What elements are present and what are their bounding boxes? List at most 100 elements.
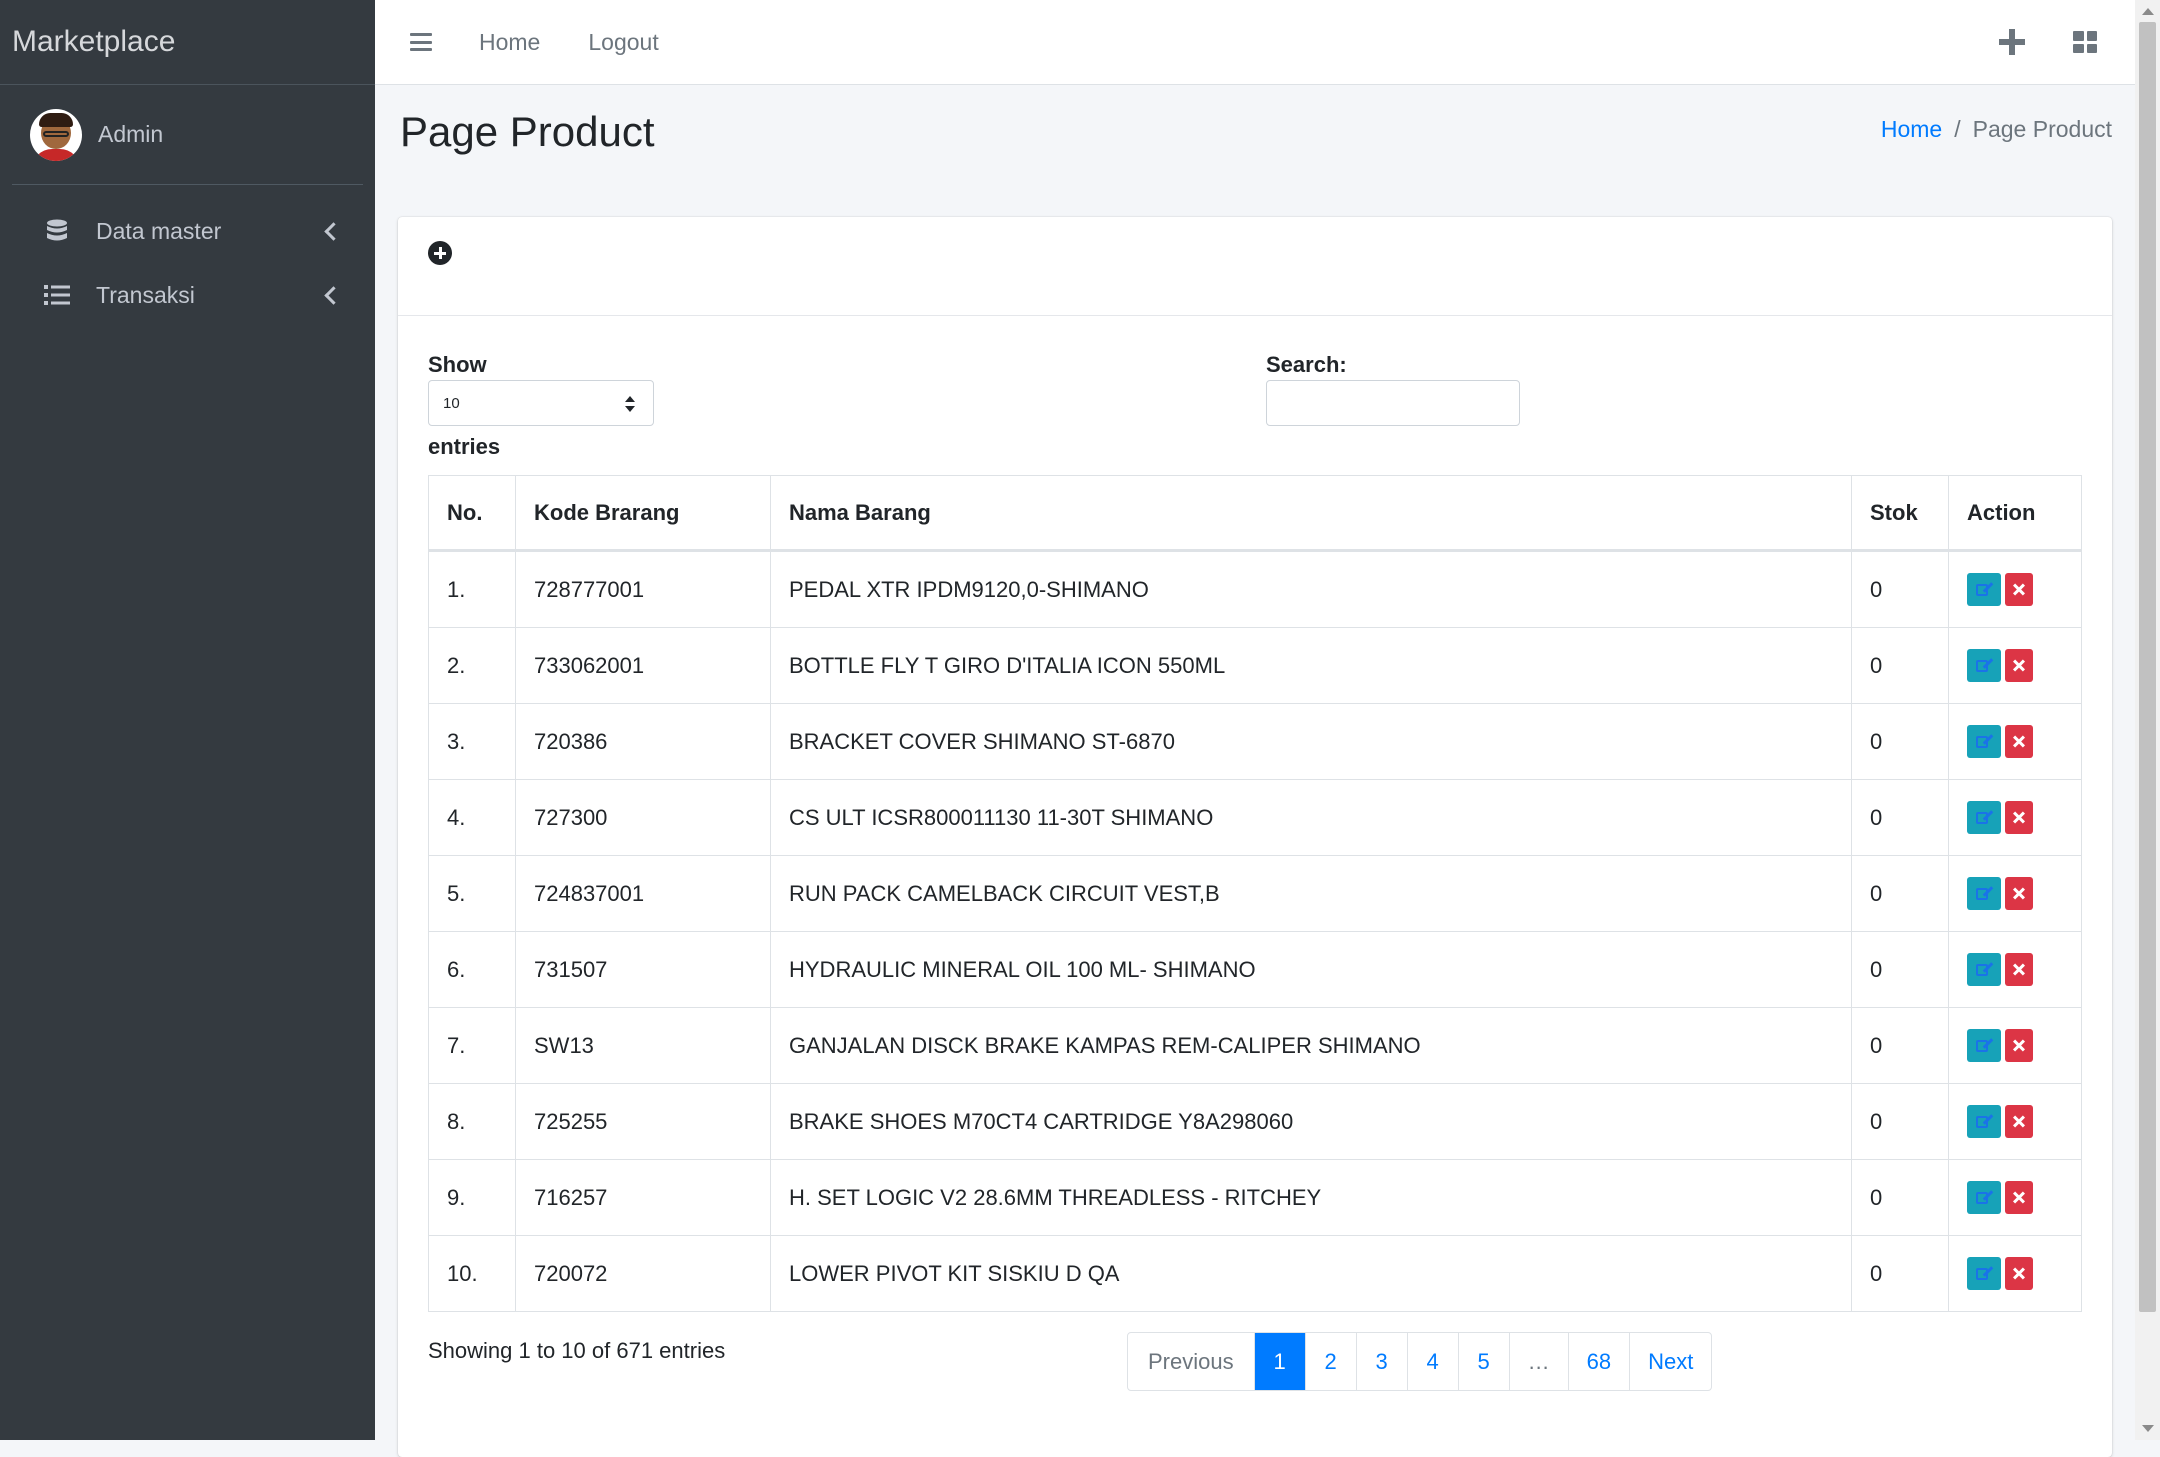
times-icon[interactable]: [2005, 801, 2033, 834]
th-large-icon[interactable]: [2073, 31, 2097, 53]
times-icon[interactable]: [2005, 649, 2033, 682]
cell-no: 6.: [428, 931, 516, 1008]
user-avatar: [30, 108, 82, 161]
chevron-left-icon: [324, 221, 343, 241]
pagination-page-5[interactable]: 5: [1457, 1333, 1509, 1390]
table-row: 3. 720386 BRACKET COVER SHIMANO ST-6870 …: [428, 703, 2082, 780]
product-table: No. Kode Brarang Nama Barang Stok Action…: [428, 475, 2082, 1312]
edit-icon[interactable]: [1967, 1257, 2001, 1290]
column-header-no[interactable]: No.: [428, 475, 516, 552]
cell-no: 5.: [428, 855, 516, 932]
breadcrumb-current: Page Product: [1972, 116, 2112, 142]
search-input[interactable]: [1266, 380, 1520, 426]
cell-action: [1948, 779, 2082, 856]
pagination-page-2[interactable]: 2: [1304, 1333, 1356, 1390]
scroll-down-arrow-icon[interactable]: [2142, 1425, 2154, 1432]
nav-link-home[interactable]: Home: [479, 29, 540, 56]
times-icon[interactable]: [2005, 725, 2033, 758]
table-row: 2. 733062001 BOTTLE FLY T GIRO D'ITALIA …: [428, 627, 2082, 704]
cell-stok: 0: [1851, 1159, 1949, 1236]
edit-icon[interactable]: [1967, 801, 2001, 834]
times-icon[interactable]: [2005, 1105, 2033, 1138]
cell-action: [1948, 855, 2082, 932]
scroll-up-arrow-icon[interactable]: [2142, 8, 2154, 15]
search-label: Search:: [1266, 352, 1347, 377]
table-row: 8. 725255 BRAKE SHOES M70CT4 CARTRIDGE Y…: [428, 1083, 2082, 1160]
card-header: [398, 217, 2112, 316]
pagination-next[interactable]: Next: [1629, 1333, 1711, 1390]
scroll-thumb[interactable]: [2139, 22, 2156, 1312]
pagination-page-1[interactable]: 1: [1253, 1333, 1305, 1390]
cell-nama: CS ULT ICSR800011130 11-30T SHIMANO: [770, 779, 1852, 856]
cell-kode: 724837001: [515, 855, 771, 932]
table-row: 10. 720072 LOWER PIVOT KIT SISKIU D QA 0: [428, 1235, 2082, 1312]
edit-icon[interactable]: [1967, 573, 2001, 606]
table-row: 5. 724837001 RUN PACK CAMELBACK CIRCUIT …: [428, 855, 2082, 932]
edit-icon[interactable]: [1967, 1029, 2001, 1062]
user-name[interactable]: Admin: [98, 121, 163, 148]
breadcrumb-home[interactable]: Home: [1881, 116, 1942, 143]
column-header-kode[interactable]: Kode Brarang: [515, 475, 771, 552]
cell-stok: 0: [1851, 855, 1949, 932]
plus-circle-icon[interactable]: [428, 241, 452, 265]
compress-icon[interactable]: [1999, 29, 2025, 55]
top-navbar: Home Logout: [375, 0, 2135, 85]
nav-link-logout[interactable]: Logout: [588, 29, 658, 56]
table-row: 1. 728777001 PEDAL XTR IPDM9120,0-SHIMAN…: [428, 550, 2082, 628]
table-header-row: No. Kode Brarang Nama Barang Stok Action: [428, 475, 2082, 552]
cell-no: 8.: [428, 1083, 516, 1160]
pagination-ellipsis: …: [1508, 1333, 1568, 1390]
chevron-left-icon: [324, 285, 343, 305]
entries-label: entries: [428, 434, 501, 459]
times-icon[interactable]: [2005, 573, 2033, 606]
show-label: Show: [428, 352, 487, 377]
pagination-page-68[interactable]: 68: [1567, 1333, 1629, 1390]
length-value: 10: [443, 394, 460, 412]
cell-no: 7.: [428, 1007, 516, 1084]
edit-icon[interactable]: [1967, 1105, 2001, 1138]
brand-link[interactable]: Marketplace: [0, 0, 375, 85]
column-header-action: Action: [1948, 475, 2082, 552]
hamburger-icon[interactable]: [410, 33, 432, 51]
table-row: 6. 731507 HYDRAULIC MINERAL OIL 100 ML- …: [428, 931, 2082, 1008]
cell-stok: 0: [1851, 703, 1949, 780]
times-icon[interactable]: [2005, 953, 2033, 986]
table-row: 7. SW13 GANJALAN DISCK BRAKE KAMPAS REM-…: [428, 1007, 2082, 1084]
cell-no: 3.: [428, 703, 516, 780]
edit-icon[interactable]: [1967, 953, 2001, 986]
pagination-page-3[interactable]: 3: [1355, 1333, 1407, 1390]
cell-nama: LOWER PIVOT KIT SISKIU D QA: [770, 1235, 1852, 1312]
edit-icon[interactable]: [1967, 725, 2001, 758]
sidebar-item-data-master[interactable]: Data master: [0, 199, 375, 263]
times-icon[interactable]: [2005, 1181, 2033, 1214]
column-header-nama[interactable]: Nama Barang: [770, 475, 1852, 552]
cell-stok: 0: [1851, 1007, 1949, 1084]
cell-kode: 731507: [515, 931, 771, 1008]
times-icon[interactable]: [2005, 1029, 2033, 1062]
pagination-previous[interactable]: Previous: [1128, 1333, 1254, 1390]
table-info: Showing 1 to 10 of 671 entries: [428, 1338, 726, 1363]
pagination-page-4[interactable]: 4: [1406, 1333, 1458, 1390]
entries-length-select[interactable]: 10: [428, 380, 654, 426]
cell-no: 2.: [428, 627, 516, 704]
page-scrollbar[interactable]: [2135, 0, 2160, 1440]
cell-action: [1948, 550, 2082, 628]
cell-nama: GANJALAN DISCK BRAKE KAMPAS REM-CALIPER …: [770, 1007, 1852, 1084]
cell-nama: BOTTLE FLY T GIRO D'ITALIA ICON 550ML: [770, 627, 1852, 704]
edit-icon[interactable]: [1967, 877, 2001, 910]
sidebar-item-transaksi[interactable]: Transaksi: [0, 263, 375, 327]
times-icon[interactable]: [2005, 1257, 2033, 1290]
pagination: Previous 1 2 3 4 5 … 68 Next: [1127, 1332, 1713, 1391]
cell-no: 10.: [428, 1235, 516, 1312]
times-icon[interactable]: [2005, 877, 2033, 910]
sidebar-item-label: Transaksi: [96, 281, 195, 308]
cell-kode: 725255: [515, 1083, 771, 1160]
cell-kode: 716257: [515, 1159, 771, 1236]
user-panel: Admin: [12, 85, 363, 185]
list-icon: [42, 284, 72, 306]
edit-icon[interactable]: [1967, 649, 2001, 682]
edit-icon[interactable]: [1967, 1181, 2001, 1214]
cell-no: 1.: [428, 550, 516, 628]
column-header-stok[interactable]: Stok: [1851, 475, 1949, 552]
cell-action: [1948, 1159, 2082, 1236]
